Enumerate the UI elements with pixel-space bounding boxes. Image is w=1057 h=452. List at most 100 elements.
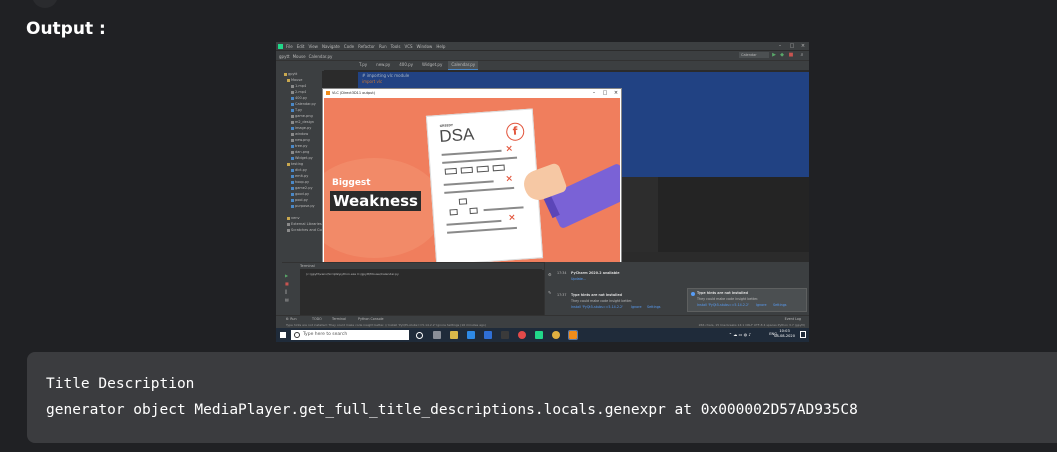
menu-navigate[interactable]: Navigate bbox=[322, 44, 340, 49]
vlc-icon[interactable] bbox=[568, 330, 578, 340]
cortana-icon[interactable] bbox=[416, 332, 423, 339]
tree-item[interactable]: purpose.py bbox=[291, 204, 315, 209]
windows-start-icon[interactable] bbox=[280, 332, 286, 338]
tree-item[interactable]: 1.mp4 bbox=[291, 84, 306, 89]
menu-run[interactable]: Run bbox=[379, 44, 387, 49]
tab-widget-py[interactable]: Widget.py bbox=[419, 61, 446, 69]
menu-edit[interactable]: Edit bbox=[297, 44, 305, 49]
python-file-icon bbox=[291, 156, 294, 160]
settings-link[interactable]: Settings bbox=[773, 303, 787, 307]
paper-logo-icon: f bbox=[505, 122, 525, 142]
tree-item[interactable]: tree.py bbox=[291, 144, 307, 149]
tab-terminal[interactable]: Terminal bbox=[300, 264, 315, 268]
tree-item[interactable]: game2.py bbox=[291, 186, 313, 191]
notification-balloon[interactable]: Type hints are not installed They could … bbox=[687, 288, 807, 312]
pin-icon[interactable]: ✎ bbox=[548, 290, 551, 295]
output-line-1: Title Description bbox=[46, 376, 195, 392]
ignore-link[interactable]: Ignore bbox=[631, 305, 641, 309]
install-link[interactable]: Install 'PyQt5-stubs==5.14.2.2' bbox=[697, 303, 749, 307]
tab-calendar-py[interactable]: Calendar.py bbox=[448, 60, 479, 70]
tree-item[interactable]: m2_design bbox=[291, 120, 314, 125]
tree-item[interactable]: Widget.py bbox=[291, 156, 313, 161]
stop-icon[interactable]: ■ bbox=[788, 52, 794, 58]
minimize-icon[interactable]: – bbox=[775, 42, 785, 50]
tree-item[interactable]: pool.py bbox=[291, 198, 308, 203]
tree-item[interactable]: dan.png bbox=[291, 150, 309, 155]
pycharm-icon[interactable] bbox=[535, 331, 543, 339]
maximize-icon[interactable]: □ bbox=[787, 42, 797, 50]
tool-todo[interactable]: TODO bbox=[312, 317, 322, 321]
tool-run[interactable]: 6: Run bbox=[286, 317, 297, 321]
tree-item[interactable]: emit.py bbox=[291, 174, 308, 179]
python-file-icon bbox=[291, 192, 294, 196]
file-explorer-icon[interactable] bbox=[450, 331, 458, 339]
chrome-icon[interactable] bbox=[552, 331, 560, 339]
settings-link[interactable]: Settings bbox=[647, 305, 661, 309]
tree-item[interactable]: testing bbox=[287, 162, 303, 167]
tree-item[interactable]: T.py bbox=[291, 108, 302, 113]
run-icon[interactable]: ▶ bbox=[771, 52, 777, 58]
tree-item[interactable]: image.py bbox=[291, 126, 311, 131]
debug-icon[interactable]: ◆ bbox=[779, 52, 785, 58]
update-link[interactable]: Update... bbox=[571, 277, 586, 281]
tree-item[interactable]: Mouse bbox=[287, 78, 302, 83]
tab-t-py[interactable]: T.py bbox=[356, 61, 371, 69]
vlc-player-window[interactable]: VLC (Direct3D11 output) – □ × Biggest We… bbox=[322, 88, 622, 266]
tool-terminal[interactable]: Terminal bbox=[332, 317, 346, 321]
task-view-icon[interactable] bbox=[433, 331, 441, 339]
menu-vcs[interactable]: VCS bbox=[404, 44, 412, 49]
breadcrumb-folder[interactable]: Mouse bbox=[293, 54, 306, 59]
menu-file[interactable]: File bbox=[286, 44, 293, 49]
menu-help[interactable]: Help bbox=[436, 44, 445, 49]
rerun-icon[interactable]: ▶ bbox=[285, 273, 288, 278]
print-icon[interactable]: ▤ bbox=[285, 297, 289, 302]
settings-icon[interactable]: ⚙ bbox=[548, 272, 552, 277]
ignore-link[interactable]: Ignore bbox=[756, 303, 766, 307]
video-frame[interactable]: Biggest Weakness GREEDY DSA f × × × bbox=[324, 98, 620, 265]
tab-new-py[interactable]: new.py bbox=[373, 61, 394, 69]
tree-item[interactable]: window bbox=[291, 132, 308, 137]
python-file-icon bbox=[291, 168, 294, 172]
taskbar-search[interactable]: Type here to search bbox=[291, 330, 409, 340]
system-tray-icons[interactable]: ⌃ ☁ ▭ ◍ ♪ bbox=[729, 332, 751, 337]
tree-item[interactable]: good.py bbox=[291, 192, 309, 197]
breadcrumb-project[interactable]: gpytt bbox=[279, 54, 290, 59]
output-line-2: generator object MediaPlayer.get_full_ti… bbox=[46, 402, 858, 418]
menu-view[interactable]: View bbox=[308, 44, 318, 49]
close-icon[interactable]: × bbox=[798, 42, 808, 50]
tab-400-py[interactable]: 400.py bbox=[396, 61, 417, 69]
app-icon[interactable] bbox=[501, 331, 509, 339]
search-icon[interactable]: ⌕ bbox=[799, 52, 805, 58]
close-icon[interactable]: × bbox=[611, 89, 621, 97]
tree-root[interactable]: gpytt bbox=[284, 72, 297, 77]
tree-item[interactable]: Calendar.py bbox=[291, 102, 316, 107]
tree-item[interactable]: External Libraries bbox=[287, 222, 322, 227]
tree-item[interactable]: venv bbox=[287, 216, 300, 221]
menu-refactor[interactable]: Refactor bbox=[358, 44, 375, 49]
pycharm-icon bbox=[278, 43, 283, 49]
tree-item[interactable]: hoop.py bbox=[291, 180, 309, 185]
tree-item[interactable]: Scratches and Con bbox=[287, 228, 324, 233]
tree-item[interactable]: game.png bbox=[291, 114, 313, 119]
breadcrumb-file[interactable]: Calendar.py bbox=[309, 54, 333, 59]
app-icon[interactable] bbox=[518, 331, 526, 339]
install-link[interactable]: Install 'PyQt5-stubs==5.14.2.2' bbox=[571, 305, 623, 309]
clock[interactable]: 10:03 08-08-2020 bbox=[774, 329, 795, 339]
run-config-dropdown[interactable]: Calendar bbox=[739, 52, 769, 58]
store-icon[interactable] bbox=[467, 331, 475, 339]
stop-icon[interactable]: ■ bbox=[285, 281, 289, 286]
tree-item[interactable]: 400.py bbox=[291, 96, 307, 101]
notification-center-icon[interactable] bbox=[800, 331, 806, 338]
pause-icon[interactable]: ‖ bbox=[285, 289, 287, 294]
tool-python-console[interactable]: Python Console bbox=[358, 317, 384, 321]
tree-item[interactable]: new.png bbox=[291, 138, 310, 143]
menu-code[interactable]: Code bbox=[344, 44, 354, 49]
menu-tools[interactable]: Tools bbox=[391, 44, 401, 49]
menu-window[interactable]: Window bbox=[417, 44, 433, 49]
mail-icon[interactable] bbox=[484, 331, 492, 339]
minimize-icon[interactable]: – bbox=[589, 89, 599, 97]
maximize-icon[interactable]: □ bbox=[600, 89, 610, 97]
tree-item[interactable]: 2.mp4 bbox=[291, 90, 306, 95]
tree-item[interactable]: dict.py bbox=[291, 168, 307, 173]
tool-event-log[interactable]: Event Log bbox=[785, 317, 801, 321]
